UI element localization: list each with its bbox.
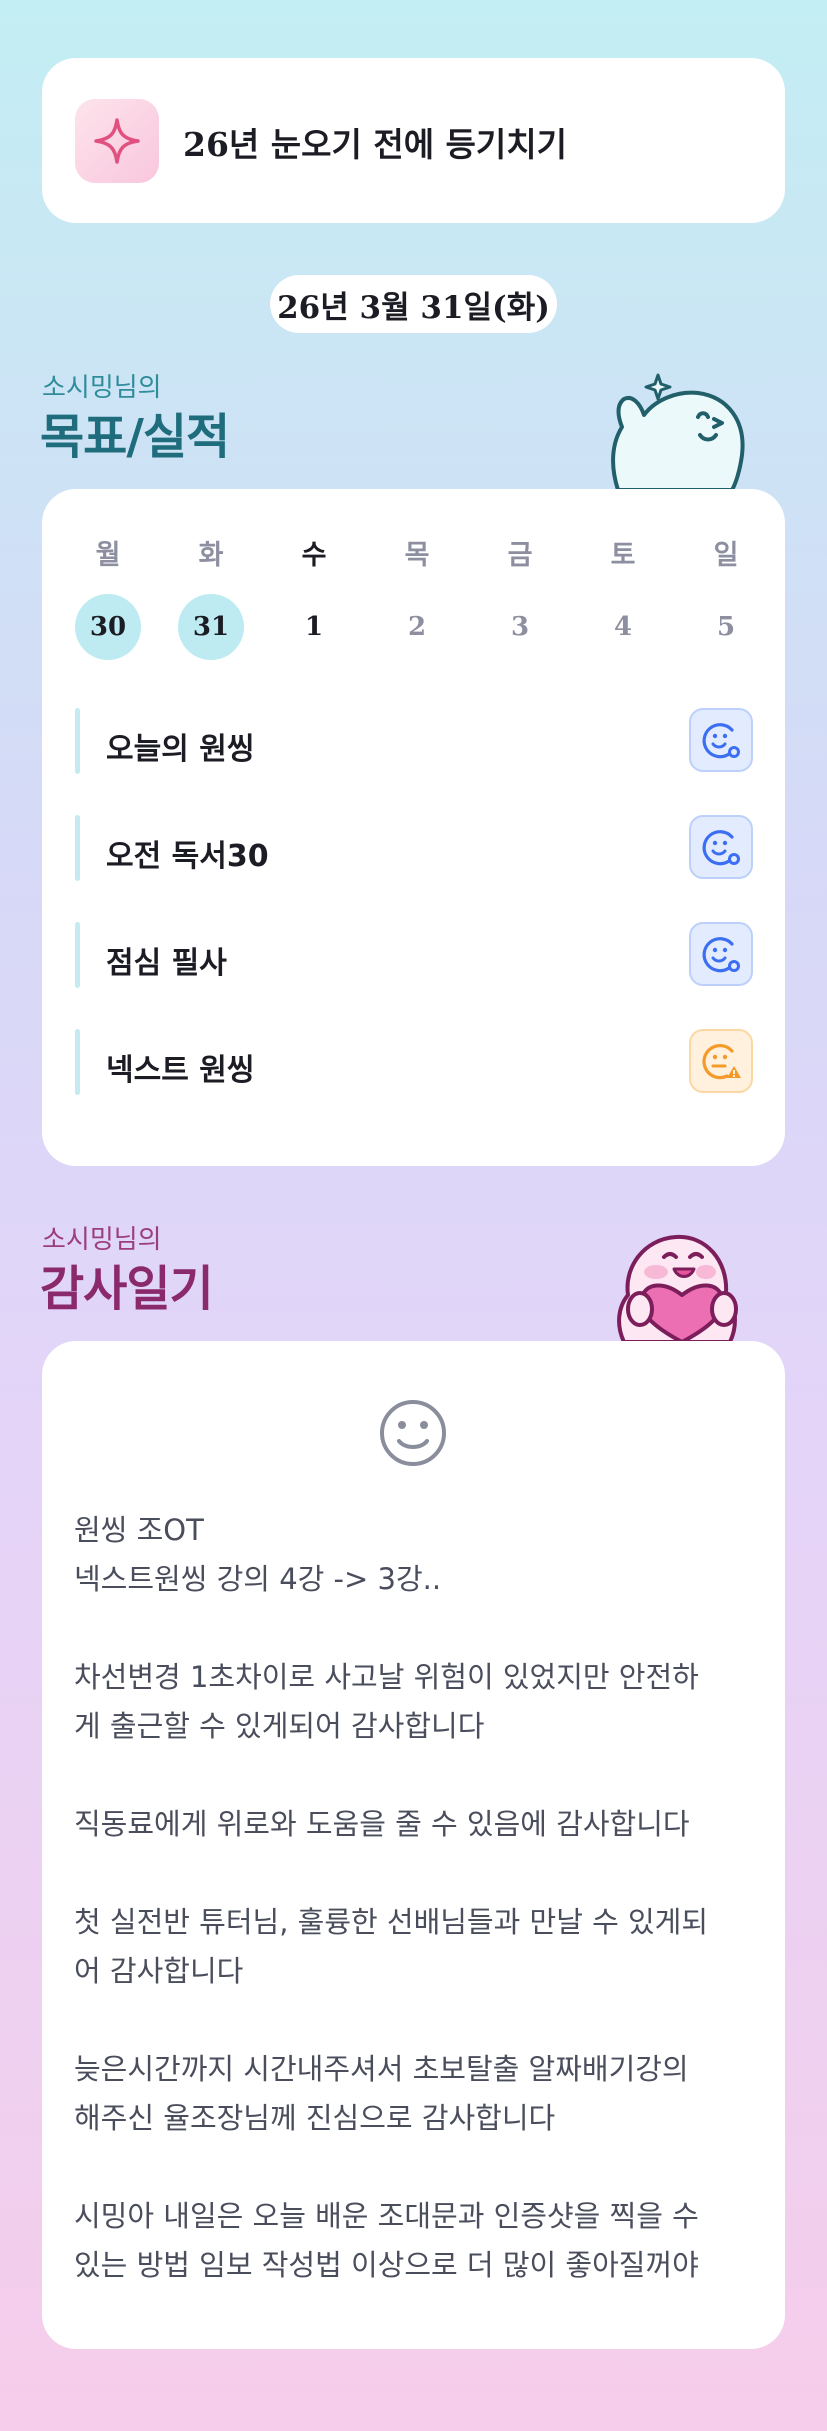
weekday-fri: 금	[507, 540, 533, 571]
weekday-wed: 수	[301, 540, 327, 571]
weekday-thu: 목	[404, 540, 430, 571]
gratitude-line: 첫 실전반 튜터님, 훌륭한 선배님들과 만날 수 있게되	[74, 1905, 709, 1939]
goal-banner-title: 26년 눈오기 전에 등기치기	[183, 125, 567, 164]
smile-warning-icon	[702, 1044, 741, 1080]
smile-check-icon	[702, 937, 740, 973]
goal-section-title: 목표/실적	[40, 409, 230, 465]
smile-check-icon	[702, 723, 740, 759]
gratitude-journal-card: 원씽 조OT 넥스트원씽 강의 4강 -> 3강.. 차선변경 1초차이로 사고…	[42, 1341, 785, 2349]
gratitude-line: 차선변경 1초차이로 사고날 위험이 있었지만 안전하	[74, 1660, 699, 1694]
gratitude-paragraph: 원씽 조OT 넥스트원씽 강의 4강 -> 3강..	[74, 1506, 764, 1604]
gratitude-section-title: 감사일기	[40, 1261, 214, 1317]
calendar-day[interactable]: 2	[384, 594, 450, 660]
gratitude-line: 시밍아 내일은 오늘 배운 조대문과 인증샷을 찍을 수	[74, 2199, 699, 2233]
task-item-transcription[interactable]: 점심 필사	[75, 922, 753, 988]
task-label: 오늘의 원씽	[106, 732, 255, 767]
date-row: 30 31 1 2 3 4 5	[75, 594, 759, 660]
goal-banner-card[interactable]: 26년 눈오기 전에 등기치기	[42, 58, 785, 223]
gratitude-line: 늦은시간까지 시간내주셔서 초보탈출 알짜배기강의	[74, 2052, 689, 2086]
calendar-day[interactable]: 30	[75, 594, 141, 660]
weekday-sun: 일	[713, 540, 739, 571]
task-label: 넥스트 원씽	[106, 1053, 255, 1088]
gratitude-line: 넥스트원씽 강의 4강 -> 3강..	[74, 1562, 442, 1596]
gratitude-line: 있는 방법 임보 작성법 이상으로 더 많이 좋아질꺼야	[74, 2248, 699, 2282]
sparkle-icon-box	[75, 99, 159, 183]
task-accent-bar	[75, 1029, 80, 1095]
task-status-button[interactable]	[689, 708, 753, 772]
smile-check-icon	[702, 830, 740, 866]
task-status-button[interactable]	[689, 1029, 753, 1093]
task-accent-bar	[75, 922, 80, 988]
teal-mascot-illustration	[611, 373, 745, 490]
task-status-button[interactable]	[689, 922, 753, 986]
gratitude-line: 어 감사합니다	[74, 1954, 244, 1988]
weekday-tue: 화	[198, 540, 224, 571]
calendar-day[interactable]: 4	[590, 594, 656, 660]
calendar-day-today[interactable]: 1	[281, 594, 347, 660]
gratitude-paragraph: 시밍아 내일은 오늘 배운 조대문과 인증샷을 찍을 수 있는 방법 임보 작성…	[74, 2192, 764, 2290]
gratitude-paragraph: 늦은시간까지 시간내주셔서 초보탈출 알짜배기강의 해주신 율조장님께 진심으로…	[74, 2045, 764, 2143]
task-accent-bar	[75, 815, 80, 881]
task-label: 점심 필사	[106, 946, 227, 981]
task-label: 오전 독서30	[106, 839, 269, 874]
gratitude-paragraph: 첫 실전반 튜터님, 훌륭한 선배님들과 만날 수 있게되 어 감사합니다	[74, 1898, 764, 1996]
task-accent-bar	[75, 708, 80, 774]
gratitude-line: 게 출근할 수 있게되어 감사합니다	[74, 1709, 485, 1743]
weekday-mon: 월	[95, 540, 121, 571]
date-label[interactable]: 26년 3월 31일(화)	[270, 275, 557, 333]
gratitude-paragraph: 차선변경 1초차이로 사고날 위험이 있었지만 안전하 게 출근할 수 있게되어…	[74, 1653, 764, 1751]
sparkle-icon	[94, 118, 140, 164]
task-item-next-oneseing[interactable]: 넥스트 원씽	[75, 1029, 753, 1095]
gratitude-line: 해주신 율조장님께 진심으로 감사합니다	[74, 2101, 556, 2135]
gratitude-paragraph: 직동료에게 위로와 도움을 줄 수 있음에 감사합니다	[74, 1800, 764, 1849]
calendar-day[interactable]: 3	[487, 594, 553, 660]
goal-calendar-card: 월 화 수 목 금 토 일 30 31 1 2 3 4 5 오늘의 원씽 오전 …	[42, 489, 785, 1166]
calendar-day[interactable]: 5	[693, 594, 759, 660]
task-item-oneseing[interactable]: 오늘의 원씽	[75, 708, 753, 774]
weekday-row: 월 화 수 목 금 토 일	[75, 533, 759, 572]
smile-icon[interactable]	[377, 1397, 449, 1469]
task-item-reading[interactable]: 오전 독서30	[75, 815, 753, 881]
task-status-button[interactable]	[689, 815, 753, 879]
weekday-sat: 토	[610, 540, 636, 571]
gratitude-text: 원씽 조OT 넥스트원씽 강의 4강 -> 3강.. 차선변경 1초차이로 사고…	[74, 1506, 764, 2339]
calendar-day[interactable]: 31	[178, 594, 244, 660]
pink-heart-mascot-illustration	[617, 1234, 738, 1342]
gratitude-line: 직동료에게 위로와 도움을 줄 수 있음에 감사합니다	[74, 1807, 690, 1841]
gratitude-line: 원씽 조OT	[74, 1513, 204, 1547]
